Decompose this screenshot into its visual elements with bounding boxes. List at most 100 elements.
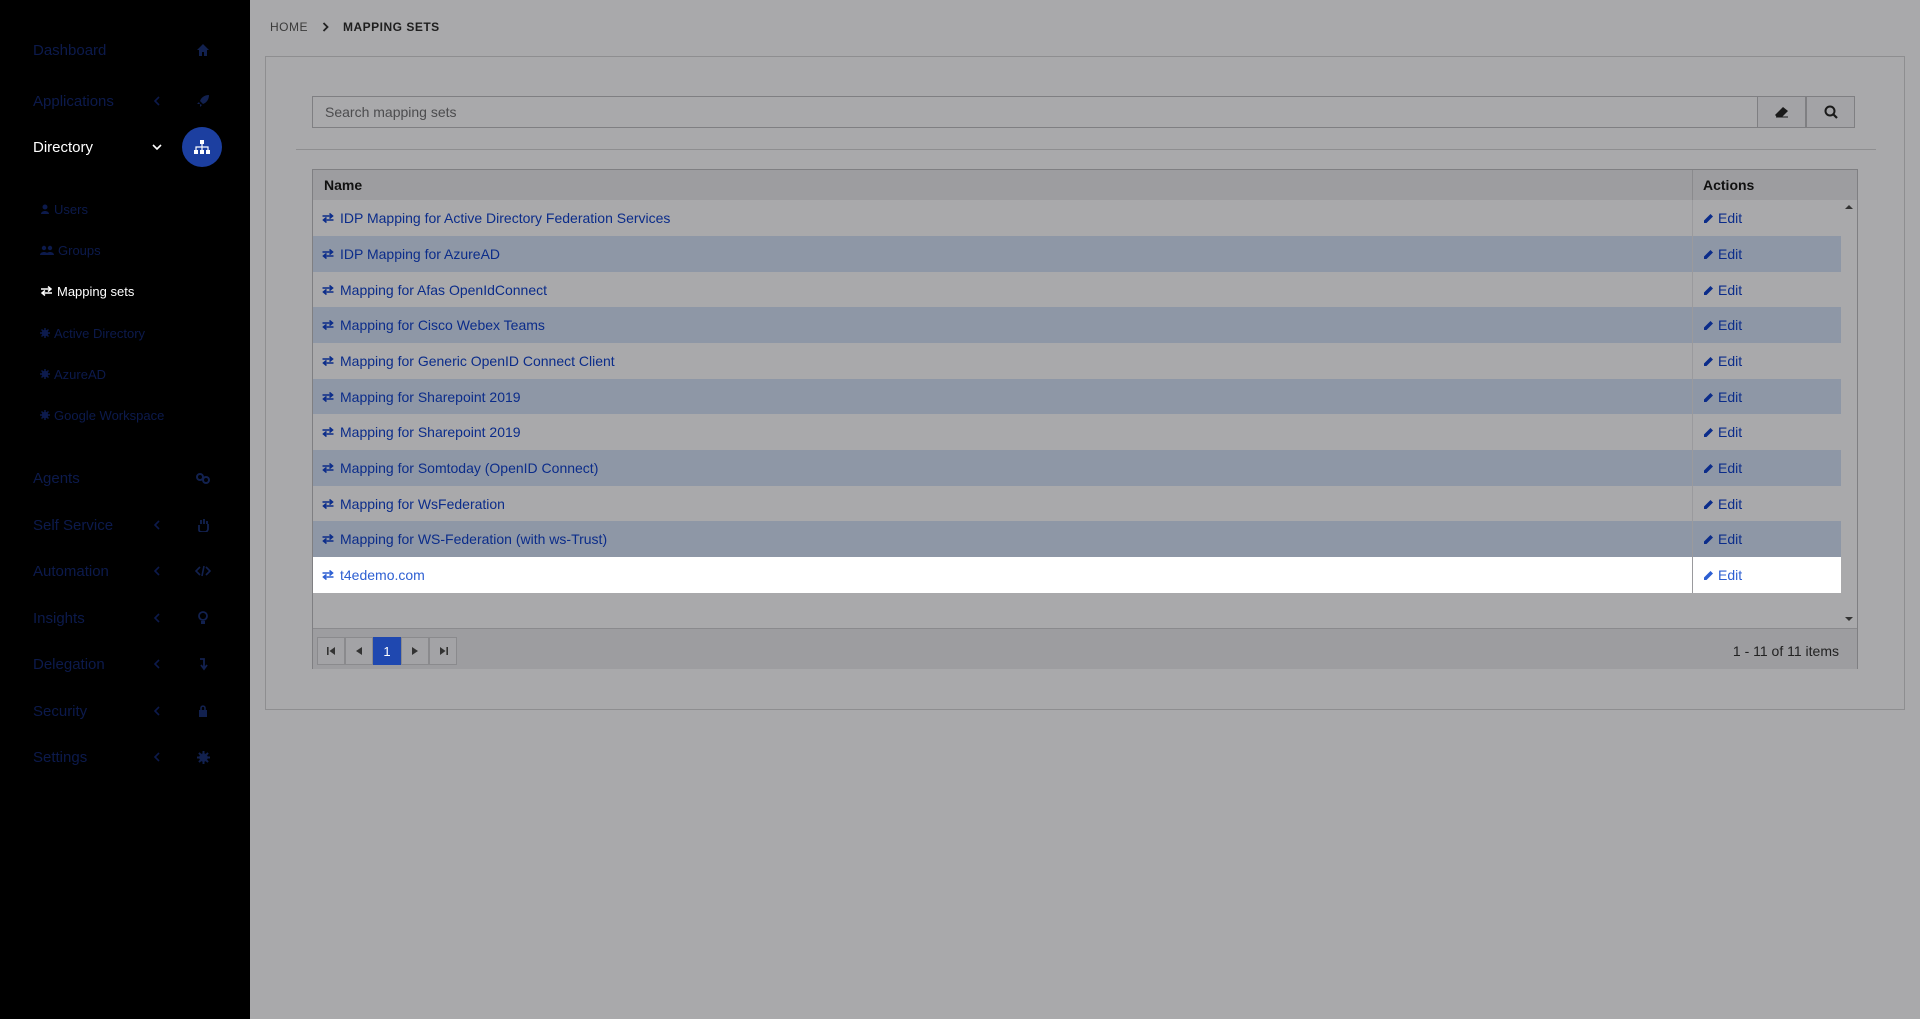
mapping-set-link[interactable]: Mapping for Afas OpenIdConnect bbox=[321, 272, 547, 308]
edit-button[interactable]: Edit bbox=[1703, 521, 1742, 557]
mapping-set-name: Mapping for Sharepoint 2019 bbox=[340, 424, 521, 440]
agents-icon bbox=[192, 467, 214, 489]
table-row[interactable]: Mapping for Somtoday (OpenID Connect) Edi… bbox=[313, 450, 1841, 486]
edit-button[interactable]: Edit bbox=[1703, 343, 1742, 379]
hand-icon bbox=[192, 514, 214, 536]
pencil-icon bbox=[1704, 285, 1713, 295]
pencil-icon bbox=[1704, 392, 1713, 402]
sitemap-icon bbox=[182, 127, 222, 167]
table-row[interactable]: IDP Mapping for Active Directory Federat… bbox=[313, 200, 1841, 236]
pager: 1 1 - 11 of 11 items bbox=[313, 628, 1857, 669]
sidebar-item-insights[interactable]: Insights bbox=[0, 598, 250, 638]
sidebar-item-directory[interactable]: Directory bbox=[0, 127, 250, 167]
pencil-icon bbox=[1704, 463, 1713, 473]
edit-button[interactable]: Edit bbox=[1703, 307, 1742, 343]
sidebar-item-security[interactable]: Security bbox=[0, 691, 250, 731]
chevron-left-icon bbox=[150, 564, 164, 578]
users-icon bbox=[40, 245, 54, 255]
mapping-set-link[interactable]: Mapping for WsFederation bbox=[321, 486, 505, 522]
cog-icon bbox=[40, 369, 50, 379]
breadcrumb-home[interactable]: HOME bbox=[270, 20, 308, 34]
mapping-set-link[interactable]: Mapping for WS-Federation (with ws-Trust… bbox=[321, 521, 607, 557]
sidebar-subitem-users[interactable]: Users bbox=[40, 198, 88, 220]
table-row[interactable]: Mapping for Afas OpenIdConnect Edit bbox=[313, 272, 1841, 308]
mapping-set-name: Mapping for WsFederation bbox=[340, 496, 505, 512]
mapping-set-link[interactable]: IDP Mapping for Active Directory Federat… bbox=[321, 200, 670, 236]
sidebar-item-applications[interactable]: Applications bbox=[0, 81, 250, 121]
subitem-label: Groups bbox=[58, 242, 101, 258]
mapping-set-link[interactable]: t4edemo.com bbox=[321, 557, 425, 593]
sidebar-item-agents[interactable]: Agents bbox=[0, 458, 250, 498]
mapping-set-link[interactable]: IDP Mapping for AzureAD bbox=[321, 236, 500, 272]
sidebar-item-label: Automation bbox=[33, 562, 109, 580]
sidebar-item-label: Delegation bbox=[33, 655, 105, 673]
mapping-set-link[interactable]: Mapping for Sharepoint 2019 bbox=[321, 379, 521, 415]
table-row[interactable]: Mapping for WsFederation Edit bbox=[313, 486, 1841, 522]
pencil-icon bbox=[1704, 499, 1713, 509]
table-row[interactable]: t4edemo.com Edit bbox=[313, 557, 1841, 593]
mapping-set-link[interactable]: Mapping for Generic OpenID Connect Clien… bbox=[321, 343, 615, 379]
mapping-set-name: IDP Mapping for Active Directory Federat… bbox=[340, 210, 671, 226]
edit-button[interactable]: Edit bbox=[1703, 557, 1742, 593]
sidebar-item-delegation[interactable]: Delegation bbox=[0, 644, 250, 684]
mapping-set-link[interactable]: Mapping for Cisco Webex Teams bbox=[321, 307, 545, 343]
table-row[interactable]: Mapping for WS-Federation (with ws-Trust… bbox=[313, 521, 1841, 557]
sidebar-subitem-groups[interactable]: Groups bbox=[40, 239, 101, 261]
table-row[interactable]: Mapping for Cisco Webex Teams Edit bbox=[313, 307, 1841, 343]
sidebar-item-automation[interactable]: Automation bbox=[0, 551, 250, 591]
grid-header: Name Actions bbox=[313, 170, 1857, 201]
first-page-icon bbox=[326, 647, 335, 655]
sidebar-subitem-mapping-sets[interactable]: Mapping sets bbox=[40, 280, 134, 302]
mapping-set-link[interactable]: Mapping for Sharepoint 2019 bbox=[321, 414, 521, 450]
edit-button[interactable]: Edit bbox=[1703, 450, 1742, 486]
column-header-name[interactable]: Name bbox=[324, 170, 362, 200]
prev-page-icon bbox=[356, 647, 362, 655]
edit-button[interactable]: Edit bbox=[1703, 379, 1742, 415]
sidebar-subitem-azuread[interactable]: AzureAD bbox=[40, 363, 106, 385]
exchange-icon bbox=[322, 392, 334, 402]
edit-button[interactable]: Edit bbox=[1703, 486, 1742, 522]
subitem-label: Mapping sets bbox=[57, 283, 135, 299]
sidebar-item-dashboard[interactable]: Dashboard bbox=[0, 30, 250, 70]
cell-separator bbox=[1692, 236, 1693, 272]
next-page-button[interactable] bbox=[401, 637, 429, 665]
edit-button[interactable]: Edit bbox=[1703, 200, 1742, 236]
subitem-label: Active Directory bbox=[54, 325, 146, 341]
sidebar-item-label: Applications bbox=[33, 92, 114, 110]
sidebar-item-label: Dashboard bbox=[33, 41, 107, 59]
search-icon bbox=[1824, 105, 1838, 119]
mapping-set-link[interactable]: Mapping for Somtoday (OpenID Connect) bbox=[321, 450, 598, 486]
sidebar-item-self-service[interactable]: Self Service bbox=[0, 505, 250, 545]
mapping-set-name: t4edemo.com bbox=[340, 567, 425, 583]
table-row[interactable]: IDP Mapping for AzureAD Edit bbox=[313, 236, 1841, 272]
prev-page-button[interactable] bbox=[345, 637, 373, 665]
pager-info: 1 - 11 of 11 items bbox=[1732, 643, 1839, 659]
divider bbox=[296, 149, 1876, 150]
clear-search-button[interactable] bbox=[1757, 96, 1806, 128]
last-page-button[interactable] bbox=[429, 637, 457, 665]
search-button[interactable] bbox=[1806, 96, 1855, 128]
cell-separator bbox=[1692, 379, 1693, 415]
page-1-button[interactable]: 1 bbox=[373, 637, 401, 665]
vertical-scrollbar[interactable] bbox=[1841, 200, 1857, 628]
sidebar-item-settings[interactable]: Settings bbox=[0, 737, 250, 777]
first-page-button[interactable] bbox=[317, 637, 345, 665]
table-row[interactable]: Mapping for Sharepoint 2019 Edit bbox=[313, 414, 1841, 450]
breadcrumb-current: MAPPING SETS bbox=[343, 20, 440, 34]
sidebar-subitem-google-workspace[interactable]: Google Workspace bbox=[40, 404, 164, 426]
code-icon bbox=[192, 560, 214, 582]
edit-button[interactable]: Edit bbox=[1703, 272, 1742, 308]
table-row[interactable]: Mapping for Sharepoint 2019 Edit bbox=[313, 379, 1841, 415]
cell-separator bbox=[1692, 343, 1693, 379]
table-row[interactable]: Mapping for Generic OpenID Connect Clien… bbox=[313, 343, 1841, 379]
sidebar-subitem-active-directory[interactable]: Active Directory bbox=[40, 322, 145, 344]
search-input[interactable] bbox=[312, 96, 1758, 128]
mapping-sets-grid: Name Actions IDP Mapping for Active Dire… bbox=[312, 169, 1858, 669]
edit-button[interactable]: Edit bbox=[1703, 414, 1742, 450]
edit-label: Edit bbox=[1718, 460, 1743, 476]
pencil-icon bbox=[1704, 570, 1713, 580]
mapping-set-name: Mapping for WS-Federation (with ws-Trust… bbox=[340, 531, 608, 547]
lightbulb-icon bbox=[192, 607, 214, 629]
edit-button[interactable]: Edit bbox=[1703, 236, 1742, 272]
subitem-label: Google Workspace bbox=[54, 407, 165, 423]
